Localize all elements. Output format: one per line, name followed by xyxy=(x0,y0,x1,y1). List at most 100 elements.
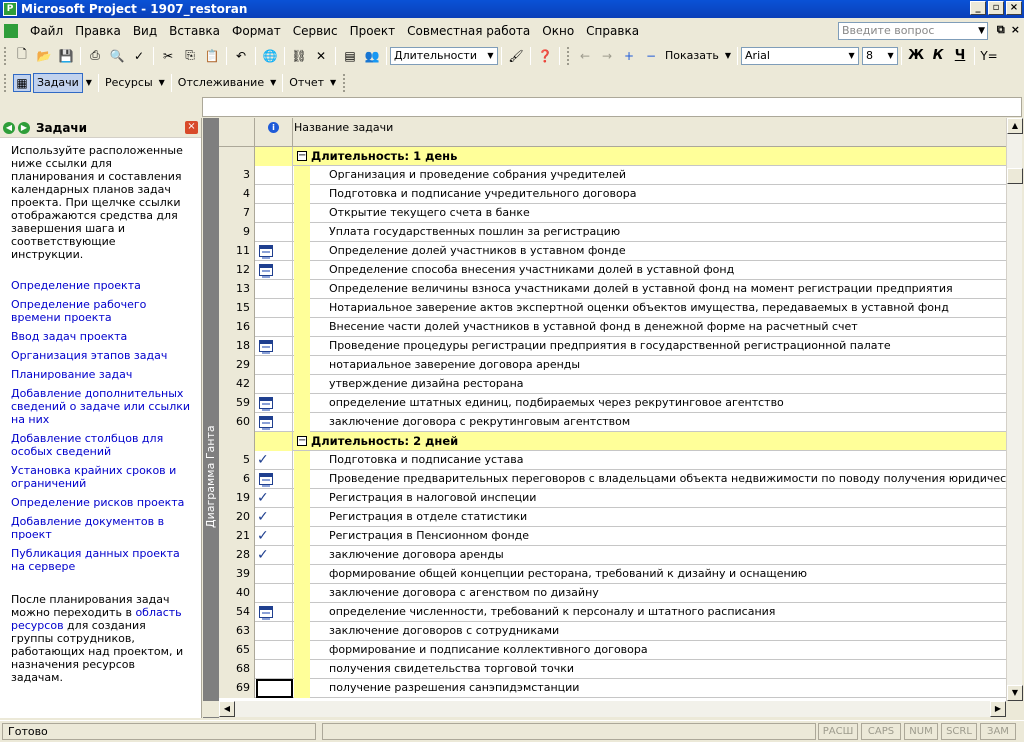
close-icon[interactable]: × xyxy=(185,121,198,134)
cut-icon[interactable]: ✂ xyxy=(159,47,177,65)
toolbar-grip[interactable] xyxy=(343,73,346,92)
row-id[interactable]: 39 xyxy=(219,565,255,584)
unlink-tasks-icon[interactable]: ✕ xyxy=(312,47,330,65)
row-id[interactable]: 18 xyxy=(219,337,255,356)
menu-edit[interactable]: Правка xyxy=(69,21,127,41)
table-row[interactable]: 21 ✓ Регистрация в Пенсионном фонде xyxy=(219,527,1006,546)
row-id[interactable]: 13 xyxy=(219,280,255,299)
menu-window[interactable]: Окно xyxy=(536,21,580,41)
spelling-icon[interactable]: ✓ xyxy=(130,47,148,65)
row-id[interactable]: 16 xyxy=(219,318,255,337)
row-id[interactable]: 5 xyxy=(219,451,255,470)
task-name[interactable]: Определение долей участников в уставном … xyxy=(329,242,626,260)
indicator-cell[interactable] xyxy=(255,375,293,394)
group-row[interactable]: − Длительность: 2 дней xyxy=(219,432,1006,451)
task-name[interactable]: Определение величины взноса участниками … xyxy=(329,280,953,298)
table-row[interactable]: 6 Проведение предварительных переговоров … xyxy=(219,470,1006,489)
task-name[interactable]: Проведение процедуры регистрации предпри… xyxy=(329,337,891,355)
link-tasks-icon[interactable]: ⛓ xyxy=(290,47,308,65)
toolbar-grip[interactable] xyxy=(4,46,7,65)
link-define-project[interactable]: Определение проекта xyxy=(11,279,190,292)
tasks-button[interactable]: Задачи xyxy=(33,72,83,93)
column-header-task-name[interactable]: Название задачи xyxy=(294,121,393,134)
scroll-right-icon[interactable]: ▶ xyxy=(990,701,1006,717)
link-publish[interactable]: Публикация данных проекта на сервере xyxy=(11,547,190,573)
indicator-cell[interactable] xyxy=(255,318,293,337)
select-all-cell[interactable] xyxy=(219,118,255,147)
menu-file[interactable]: Файл xyxy=(24,21,69,41)
close-button[interactable]: × xyxy=(1006,1,1022,15)
indicator-cell[interactable] xyxy=(255,622,293,641)
row-id[interactable]: 4 xyxy=(219,185,255,204)
menu-view[interactable]: Вид xyxy=(127,21,163,41)
doc-restore-icon[interactable]: ⧉ xyxy=(997,23,1005,37)
collapse-icon[interactable]: − xyxy=(297,436,307,446)
table-row[interactable]: 9 Уплата государственных пошлин за регист… xyxy=(219,223,1006,242)
row-id[interactable]: 54 xyxy=(219,603,255,622)
chevron-down-icon[interactable]: ▼ xyxy=(156,78,168,87)
chevron-down-icon[interactable]: ▼ xyxy=(845,48,858,64)
open-icon[interactable]: 📂 xyxy=(35,47,53,65)
table-row[interactable]: 16 Внесение части долей участников в уста… xyxy=(219,318,1006,337)
table-row[interactable]: 60 заключение договора с рекрутинговым аг… xyxy=(219,413,1006,432)
row-id[interactable]: 11 xyxy=(219,242,255,261)
doc-close-icon[interactable]: × xyxy=(1011,23,1020,37)
indicator-cell[interactable] xyxy=(255,603,293,622)
font-select[interactable]: Arial ▼ xyxy=(741,46,860,65)
paste-icon[interactable]: 📋 xyxy=(203,47,221,65)
app-icon[interactable]: P xyxy=(3,2,17,16)
task-name[interactable]: формирование общей концепции ресторана, … xyxy=(329,565,807,583)
task-name[interactable]: Внесение части долей участников в уставн… xyxy=(329,318,858,336)
underline-button[interactable]: Ч xyxy=(951,47,969,65)
indicator-cell[interactable] xyxy=(255,223,293,242)
indicator-cell[interactable] xyxy=(255,584,293,603)
link-working-time[interactable]: Определение рабочего времени проекта xyxy=(11,298,190,324)
italic-button[interactable]: К xyxy=(929,47,947,65)
task-name[interactable]: заключение договора с агенством по дизай… xyxy=(329,584,599,602)
table-row[interactable]: 7 Открытие текущего счета в банке xyxy=(219,204,1006,223)
link-deadlines[interactable]: Установка крайних сроков и ограничений xyxy=(11,464,190,490)
indicator-cell[interactable]: ✓ xyxy=(255,489,293,508)
toolbar-grip[interactable] xyxy=(567,46,570,65)
table-row[interactable]: 20 ✓ Регистрация в отделе статистики xyxy=(219,508,1006,527)
row-id[interactable]: 6 xyxy=(219,470,255,489)
task-name[interactable]: Определение способа внесения участниками… xyxy=(329,261,734,279)
indicator-cell[interactable] xyxy=(255,565,293,584)
toolbar-grip[interactable] xyxy=(4,73,7,92)
row-id[interactable]: 28 xyxy=(219,546,255,565)
vertical-scrollbar[interactable]: ▲ ▼ xyxy=(1006,118,1023,701)
task-name[interactable]: заключение договора с рекрутинговым аген… xyxy=(329,413,630,431)
chevron-down-icon[interactable]: ▼ xyxy=(722,51,734,60)
group-title[interactable]: Длительность: 1 день xyxy=(311,147,457,165)
indicators-header[interactable]: i xyxy=(255,118,293,147)
row-id[interactable]: 63 xyxy=(219,622,255,641)
table-row[interactable]: 11 Определение долей участников в уставно… xyxy=(219,242,1006,261)
link-enter-tasks[interactable]: Ввод задач проекта xyxy=(11,330,190,343)
task-name[interactable]: заключение договоров с сотрудниками xyxy=(329,622,559,640)
task-name[interactable]: Нотариальное заверение актов экспертной … xyxy=(329,299,949,317)
resources-button[interactable]: Ресурсы xyxy=(102,76,156,89)
scroll-left-icon[interactable]: ◀ xyxy=(219,701,235,717)
indicator-cell[interactable] xyxy=(255,432,293,451)
assign-resources-icon[interactable]: 👥 xyxy=(363,47,381,65)
table-row[interactable]: 13 Определение величины взноса участникам… xyxy=(219,280,1006,299)
chevron-down-icon[interactable]: ▼ xyxy=(83,78,95,87)
menu-insert[interactable]: Вставка xyxy=(163,21,226,41)
forward-icon[interactable]: ▶ xyxy=(18,121,30,134)
link-documents[interactable]: Добавление документов в проект xyxy=(11,515,190,541)
row-id[interactable]: 60 xyxy=(219,413,255,432)
group-by-select[interactable]: Длительности ▼ xyxy=(390,46,498,65)
maximize-button[interactable]: ▫ xyxy=(988,1,1004,15)
row-id[interactable]: 21 xyxy=(219,527,255,546)
link-schedule-tasks[interactable]: Планирование задач xyxy=(11,368,190,381)
row-id[interactable]: 12 xyxy=(219,261,255,280)
indicator-cell[interactable]: ✓ xyxy=(255,451,293,470)
scroll-up-icon[interactable]: ▲ xyxy=(1007,118,1023,134)
row-id[interactable]: 42 xyxy=(219,375,255,394)
row-id[interactable]: 68 xyxy=(219,660,255,679)
group-title[interactable]: Длительность: 2 дней xyxy=(311,432,458,450)
minimize-button[interactable]: _ xyxy=(970,1,986,15)
help-icon[interactable]: ❓ xyxy=(536,47,554,65)
task-name[interactable]: получения свидетельства торговой точки xyxy=(329,660,574,678)
row-id[interactable]: 69 xyxy=(219,679,255,698)
